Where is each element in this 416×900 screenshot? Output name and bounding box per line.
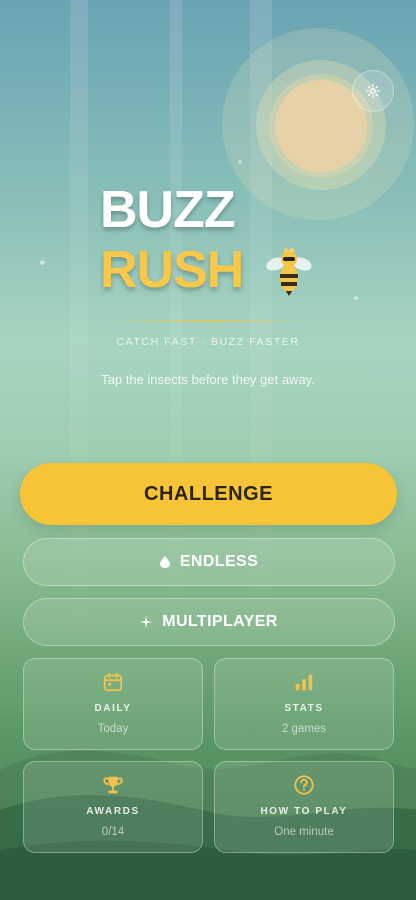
tagline: CATCH FAST · BUZZ FASTER [116, 336, 300, 348]
sparkle [40, 260, 45, 265]
sparkle-icon [140, 616, 153, 628]
bee-icon [266, 247, 312, 296]
challenge-button-label: CHALLENGE [144, 482, 273, 505]
bar-chart-icon [295, 674, 313, 691]
calendar-icon [103, 672, 123, 692]
challenge-button[interactable]: CHALLENGE [20, 463, 397, 525]
daily-tile-subtitle: Today [97, 723, 129, 735]
game-menu-screen: BUZZ RUSH CATCH FAST · BUZZ FASTER Tap t… [0, 0, 416, 900]
endless-button[interactable]: ENDLESS [23, 538, 395, 586]
sparkle [238, 160, 242, 164]
how-to-play-tile[interactable]: HOW TO PLAY One minute [214, 761, 394, 853]
multiplayer-button-label: MULTIPLAYER [162, 613, 278, 630]
logo-title-line1: BUZZ [100, 181, 236, 239]
stats-tile[interactable]: STATS 2 games [214, 658, 394, 750]
multiplayer-button[interactable]: MULTIPLAYER [23, 598, 395, 646]
drop-icon [159, 556, 170, 568]
endless-button-label: ENDLESS [179, 553, 259, 570]
trophy-icon [103, 776, 123, 794]
how-to-play-tile-title: HOW TO PLAY [260, 806, 348, 817]
instruction-text: Tap the insects before they get away. [101, 372, 315, 387]
stats-tile-subtitle: 2 games [281, 723, 327, 735]
settings-button[interactable] [352, 70, 394, 112]
gear-icon [366, 84, 380, 98]
how-to-play-tile-subtitle: One minute [274, 826, 334, 838]
daily-tile-title: DAILY [94, 703, 132, 714]
awards-tile-title: AWARDS [86, 806, 140, 817]
logo-title-line2: RUSH [100, 241, 244, 299]
awards-tile-subtitle: 0/14 [101, 826, 125, 838]
sparkle [354, 296, 358, 300]
question-icon [294, 775, 314, 795]
awards-tile[interactable]: AWARDS 0/14 [23, 761, 203, 853]
title-divider [110, 320, 306, 322]
stats-tile-title: STATS [284, 703, 324, 714]
daily-tile[interactable]: DAILY Today [23, 658, 203, 750]
